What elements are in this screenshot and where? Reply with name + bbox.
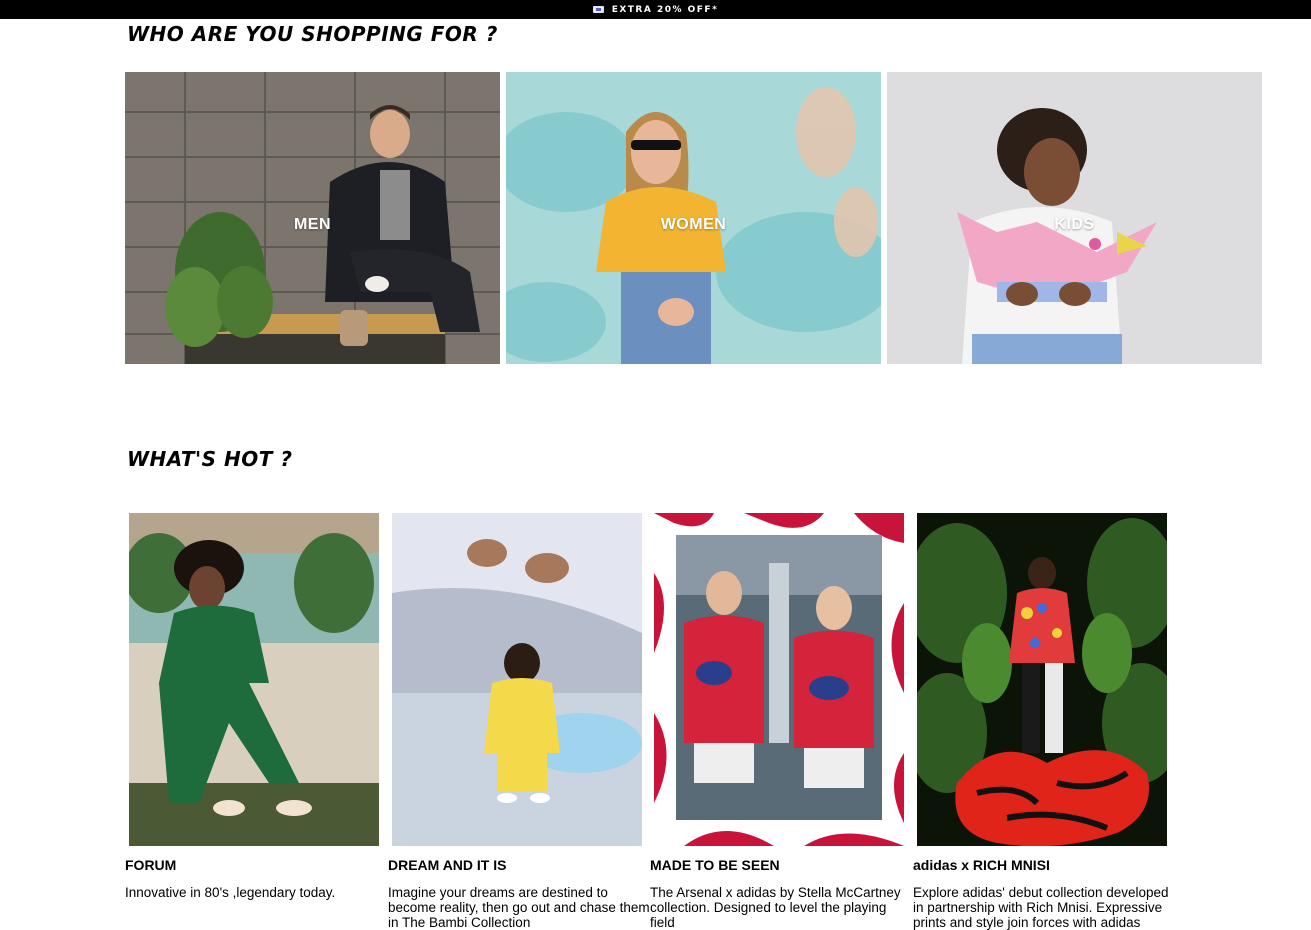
forum-description: Innovative in 80's ,legendary today. <box>125 885 336 900</box>
seen-title[interactable]: MADE TO BE SEEN <box>650 857 780 873</box>
ticket-icon <box>592 6 604 13</box>
dream-image[interactable] <box>392 513 642 846</box>
seen-image[interactable] <box>654 513 904 846</box>
dream-title[interactable]: DREAM AND IT IS <box>388 857 506 873</box>
category-tile-men[interactable]: MEN <box>125 72 500 364</box>
whats-hot-title: WHAT'S HOT ? <box>127 447 293 471</box>
rich-mnisi-image[interactable] <box>917 513 1167 846</box>
rich-mnisi-title[interactable]: adidas x RICH MNISI <box>913 857 1050 873</box>
forum-title[interactable]: FORUM <box>125 857 176 873</box>
shopping-for-title: WHO ARE YOU SHOPPING FOR ? <box>127 22 498 46</box>
rich-mnisi-description: Explore adidas' debut collection develop… <box>913 885 1169 930</box>
forum-image[interactable] <box>129 513 379 846</box>
promo-text: EXTRA 20% OFF* <box>611 4 719 15</box>
category-label-men: MEN <box>293 216 332 233</box>
category-label-women: WOMEN <box>660 216 727 233</box>
promo-banner[interactable]: EXTRA 20% OFF* <box>0 0 1311 19</box>
category-tile-kids[interactable]: KIDS <box>887 72 1262 364</box>
seen-description: The Arsenal x adidas by Stella McCartney… <box>650 885 901 930</box>
category-tile-women[interactable]: WOMEN <box>506 72 881 364</box>
dream-description: Imagine your dreams are destined to beco… <box>388 885 650 930</box>
category-label-kids: KIDS <box>1054 216 1095 233</box>
